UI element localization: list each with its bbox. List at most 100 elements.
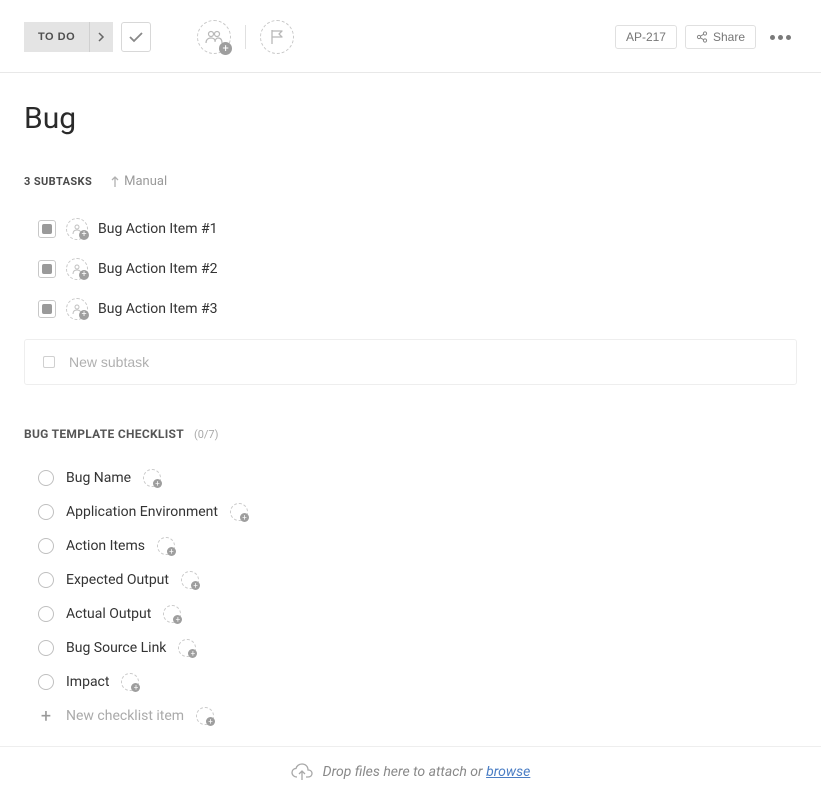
checklist-items: Bug Name + Application Environment + Act…	[24, 461, 797, 699]
subtask-row: + Bug Action Item #3	[24, 289, 797, 329]
checklist-assignee-button[interactable]: +	[157, 537, 175, 555]
checklist-item: Impact +	[24, 665, 797, 699]
share-button[interactable]: Share	[685, 25, 756, 49]
dot-icon	[770, 35, 775, 40]
plus-badge-icon: +	[79, 310, 89, 320]
checklist-item: Expected Output +	[24, 563, 797, 597]
checklist-radio[interactable]	[38, 572, 54, 588]
plus-badge-icon: +	[79, 270, 89, 280]
ticket-id-button[interactable]: AP-217	[615, 25, 677, 49]
cloud-upload-icon	[291, 763, 313, 781]
priority-flag-button[interactable]	[260, 20, 294, 54]
checklist-radio[interactable]	[38, 504, 54, 520]
checklist-item: Application Environment +	[24, 495, 797, 529]
share-label: Share	[713, 30, 745, 44]
plus-badge-icon: +	[131, 683, 140, 692]
complete-button[interactable]	[121, 22, 151, 52]
checklist-radio[interactable]	[38, 470, 54, 486]
new-subtask-input[interactable]	[69, 354, 778, 370]
subtask-status-checkbox[interactable]	[38, 260, 56, 278]
plus-badge-icon: +	[191, 581, 200, 590]
new-checklist-placeholder: New checklist item	[66, 708, 184, 724]
ticket-id-label: AP-217	[626, 30, 666, 44]
attachment-dropzone[interactable]: Drop files here to attach or browse	[0, 746, 821, 797]
new-subtask-row[interactable]	[24, 339, 797, 385]
checklist-assignee-button[interactable]: +	[230, 503, 248, 521]
checklist-label[interactable]: Actual Output	[66, 606, 151, 622]
browse-link[interactable]: browse	[486, 764, 530, 780]
checklist-assignee-button[interactable]: +	[181, 571, 199, 589]
checkbox-fill-icon	[42, 304, 52, 314]
subtask-label[interactable]: Bug Action Item #2	[98, 261, 217, 277]
checklist-label[interactable]: Bug Name	[66, 470, 131, 486]
assignees-button[interactable]: +	[197, 20, 231, 54]
toolbar-divider	[245, 25, 246, 49]
plus-badge-icon: +	[240, 513, 249, 522]
checklist-item: Bug Source Link +	[24, 631, 797, 665]
plus-badge-icon: +	[173, 615, 182, 624]
subtasks-count: 3 SUBTASKS	[24, 175, 92, 188]
page-title[interactable]: Bug	[24, 101, 797, 136]
subtask-label[interactable]: Bug Action Item #3	[98, 301, 217, 317]
checklist-radio[interactable]	[38, 538, 54, 554]
checklist-assignee-button[interactable]: +	[121, 673, 139, 691]
plus-badge-icon: +	[188, 649, 197, 658]
status-label: TO DO	[24, 31, 89, 43]
checklist-assignee-button[interactable]: +	[196, 707, 214, 725]
status-caret-icon	[89, 22, 113, 52]
checkbox-fill-icon	[42, 264, 52, 274]
dot-icon	[786, 35, 791, 40]
subtasks-header: 3 SUBTASKS Manual	[24, 174, 797, 189]
subtask-label[interactable]: Bug Action Item #1	[98, 221, 217, 237]
checklist-label[interactable]: Action Items	[66, 538, 145, 554]
content: Bug 3 SUBTASKS Manual + Bug Action Item …	[0, 73, 821, 770]
status-button[interactable]: TO DO	[24, 22, 113, 52]
checklist-item: Action Items +	[24, 529, 797, 563]
subtask-status-checkbox[interactable]	[38, 300, 56, 318]
checklist-title: BUG TEMPLATE CHECKLIST	[24, 427, 184, 441]
checklist-item: Bug Name +	[24, 461, 797, 495]
subtask-assignee-button[interactable]: +	[66, 298, 88, 320]
check-icon	[129, 32, 143, 43]
subtask-assignee-button[interactable]: +	[66, 258, 88, 280]
checklist-label[interactable]: Bug Source Link	[66, 640, 166, 656]
subtask-row: + Bug Action Item #2	[24, 249, 797, 289]
sort-arrow-icon	[110, 176, 120, 188]
checkbox-fill-icon	[42, 224, 52, 234]
checklist-progress: (0/7)	[194, 428, 219, 441]
checklist-item: Actual Output +	[24, 597, 797, 631]
share-icon	[696, 31, 708, 43]
more-menu-button[interactable]	[764, 35, 797, 40]
subtasks-sort-button[interactable]: Manual	[110, 174, 167, 189]
dropzone-prefix: Drop files here to attach or	[323, 764, 486, 780]
subtask-assignee-button[interactable]: +	[66, 218, 88, 240]
checklist-assignee-button[interactable]: +	[143, 469, 161, 487]
toolbar: TO DO + AP-217 Share	[0, 0, 821, 73]
checklist-radio[interactable]	[38, 640, 54, 656]
subtask-row: + Bug Action Item #1	[24, 209, 797, 249]
plus-badge-icon: +	[167, 547, 176, 556]
dot-icon	[778, 35, 783, 40]
plus-badge-icon: +	[219, 42, 232, 55]
checklist-label[interactable]: Application Environment	[66, 504, 218, 520]
checklist-header: BUG TEMPLATE CHECKLIST (0/7)	[24, 427, 797, 441]
checklist-assignee-button[interactable]: +	[163, 605, 181, 623]
plus-badge-icon: +	[153, 479, 162, 488]
plus-badge-icon: +	[79, 230, 89, 240]
checklist-radio[interactable]	[38, 606, 54, 622]
plus-badge-icon: +	[206, 717, 215, 726]
checklist-assignee-button[interactable]: +	[178, 639, 196, 657]
subtasks-list: + Bug Action Item #1 + Bug Action Item #…	[24, 209, 797, 329]
dropzone-text: Drop files here to attach or browse	[323, 764, 531, 780]
checklist-radio[interactable]	[38, 674, 54, 690]
checklist-label[interactable]: Expected Output	[66, 572, 169, 588]
sort-label: Manual	[124, 174, 167, 189]
plus-icon: +	[38, 708, 54, 724]
ghost-checkbox-icon	[43, 356, 55, 368]
flag-icon	[270, 29, 284, 45]
people-icon	[205, 30, 223, 44]
subtask-status-checkbox[interactable]	[38, 220, 56, 238]
new-checklist-item-row[interactable]: + New checklist item +	[24, 699, 797, 733]
checklist-label[interactable]: Impact	[66, 674, 109, 690]
checklist-section: BUG TEMPLATE CHECKLIST (0/7) Bug Name + …	[24, 427, 797, 770]
